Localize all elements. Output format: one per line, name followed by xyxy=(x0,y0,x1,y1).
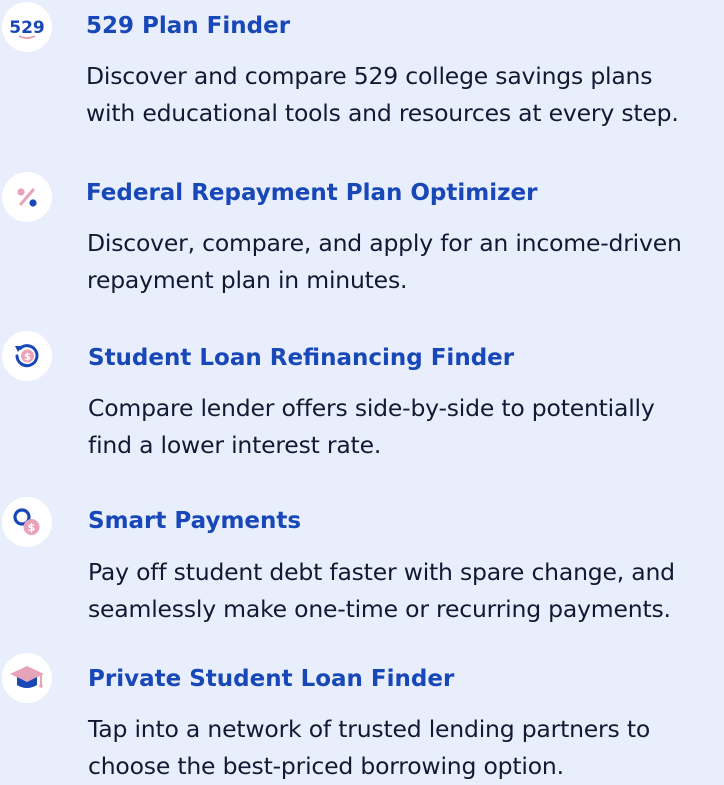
refinance-dollar-icon: $ xyxy=(2,331,52,381)
feature-title-private-student-loan-finder[interactable]: Private Student Loan Finder xyxy=(88,666,454,692)
feature-description-student-loan-refinancing-finder: Compare lender offers side-by-side to po… xyxy=(88,390,655,464)
feature-description-529-plan-finder: Discover and compare 529 college savings… xyxy=(86,58,679,132)
svg-text:$: $ xyxy=(28,521,36,534)
description-line: seamlessly make one-time or recurring pa… xyxy=(88,595,671,623)
description-line: find a lower interest rate. xyxy=(88,431,382,459)
feature-title-529-plan-finder[interactable]: 529 Plan Finder xyxy=(86,13,290,39)
description-line: Discover and compare 529 college savings… xyxy=(86,62,653,90)
description-line: Pay off student debt faster with spare c… xyxy=(88,558,675,586)
graduation-cap-icon xyxy=(2,653,52,703)
svg-text:$: $ xyxy=(24,352,31,363)
description-line: choose the best-priced borrowing option. xyxy=(88,752,564,780)
percent-icon xyxy=(2,172,52,222)
description-line: repayment plan in minutes. xyxy=(87,266,408,294)
feature-description-federal-repayment-plan-optimizer: Discover, compare, and apply for an inco… xyxy=(87,225,682,299)
529-badge-icon: 529 xyxy=(2,2,52,52)
description-line: Discover, compare, and apply for an inco… xyxy=(87,229,682,257)
feature-description-private-student-loan-finder: Tap into a network of trusted lending pa… xyxy=(88,711,650,785)
feature-title-smart-payments[interactable]: Smart Payments xyxy=(88,508,301,534)
feature-description-smart-payments: Pay off student debt faster with spare c… xyxy=(88,554,675,628)
529-badge-text: 529 xyxy=(9,18,45,38)
description-line: Tap into a network of trusted lending pa… xyxy=(88,715,651,743)
description-line: with educational tools and resources at … xyxy=(86,99,679,127)
feature-title-student-loan-refinancing-finder[interactable]: Student Loan Refinancing Finder xyxy=(88,345,514,371)
search-coin-icon: $ xyxy=(2,497,52,547)
feature-title-federal-repayment-plan-optimizer[interactable]: Federal Repayment Plan Optimizer xyxy=(86,180,537,206)
description-line: Compare lender offers side-by-side to po… xyxy=(88,394,655,422)
